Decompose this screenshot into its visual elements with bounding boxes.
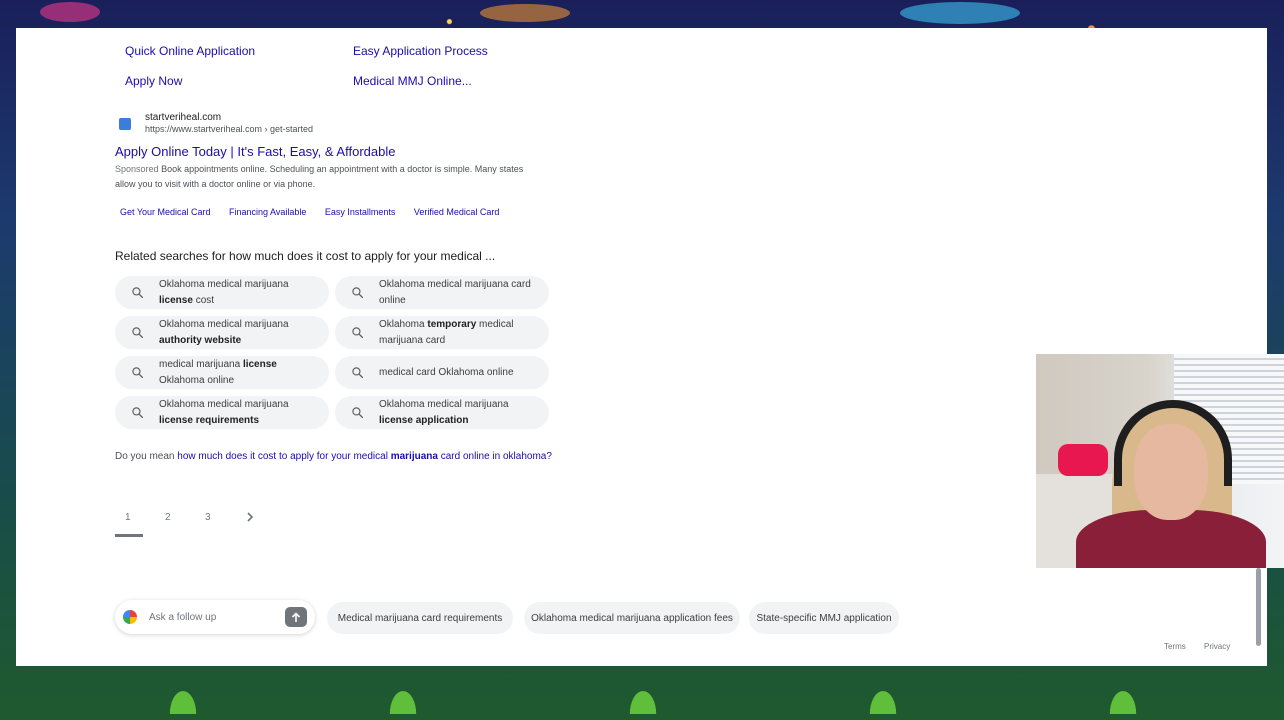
background-glow — [40, 2, 100, 22]
search-icon — [115, 326, 159, 339]
scrollbar[interactable] — [1256, 568, 1261, 646]
did-you-mean: Do you mean how much does it cost to app… — [115, 449, 555, 464]
ad-description-text: Book appointments online. Scheduling an … — [115, 164, 524, 189]
arrow-up-icon[interactable] — [285, 607, 307, 627]
sponsored-label: Sponsored — [115, 164, 159, 174]
ad-site-name[interactable]: startveriheal.com — [145, 112, 221, 123]
ad-link-installments[interactable]: Easy Installments — [325, 207, 396, 217]
ask-box — [115, 600, 315, 634]
suggestion-button[interactable]: Oklahoma medical marijuana application f… — [524, 602, 740, 634]
ai-followup-bar: Medical marijuana card requirements Okla… — [115, 600, 899, 638]
chip-text: Oklahoma medical marijuana card online — [379, 278, 531, 306]
related-search-chip[interactable]: Oklahoma medical marijuana license appli… — [335, 396, 549, 429]
chip-text: Oklahoma medical marijuana license appli… — [379, 398, 509, 426]
ask-input[interactable] — [149, 608, 279, 626]
search-icon — [335, 406, 379, 419]
sitelink-quick-online-application[interactable]: Quick Online Application — [125, 44, 255, 58]
chevron-right-icon[interactable] — [245, 511, 255, 526]
sitelink-medical-mmj-online[interactable]: Medical MMJ Online... — [353, 74, 472, 88]
current-page-indicator — [115, 534, 143, 537]
search-icon — [115, 406, 159, 419]
background-glow — [900, 2, 1020, 24]
ad-title-link[interactable]: Apply Online Today | It's Fast, Easy, & … — [115, 144, 395, 159]
related-search-chip[interactable]: medical card Oklahoma online — [335, 356, 549, 389]
ad-link-row: Get Your Medical Card Financing Availabl… — [120, 202, 513, 220]
browser-window: Quick Online Application Easy Applicatio… — [16, 28, 1267, 666]
assistant-logo-icon — [123, 610, 137, 624]
chip-text: Oklahoma medical marijuana license cost — [159, 278, 289, 306]
search-icon — [335, 286, 379, 299]
background-glow — [480, 4, 570, 22]
ad-url[interactable]: https://www.startveriheal.com › get-star… — [145, 124, 313, 134]
webcam-pillow — [1058, 444, 1108, 476]
search-icon — [115, 286, 159, 299]
chip-text: Oklahoma medical marijuana authority web… — [159, 318, 289, 346]
background-plant — [860, 674, 906, 714]
ad-description: Sponsored Book appointments online. Sche… — [115, 162, 545, 192]
background-plant — [380, 674, 426, 714]
related-search-chip[interactable]: Oklahoma medical marijuana license requi… — [115, 396, 329, 429]
suggestion-button[interactable]: State-specific MMJ application — [749, 602, 899, 634]
page-2-link[interactable]: 2 — [165, 512, 171, 523]
webcam-overlay — [1036, 354, 1284, 568]
terms-link[interactable]: Terms — [1164, 642, 1202, 651]
related-search-chip[interactable]: Oklahoma medical marijuana card online — [335, 276, 549, 309]
chip-text: Oklahoma medical marijuana license requi… — [159, 398, 289, 426]
page-1-link[interactable]: 1 — [125, 512, 131, 523]
chip-text: medical marijuana license Oklahoma onlin… — [159, 358, 277, 386]
related-search-chip[interactable]: Oklahoma medical marijuana authority web… — [115, 316, 329, 349]
did-you-mean-link[interactable]: how much does it cost to apply for your … — [177, 451, 552, 462]
search-icon — [115, 366, 159, 379]
background-plant — [1100, 674, 1146, 714]
sitelink-apply-now[interactable]: Apply Now — [125, 74, 182, 88]
related-search-chip[interactable]: Oklahoma medical marijuana license cost — [115, 276, 329, 309]
ad-link-verified-card[interactable]: Verified Medical Card — [414, 207, 500, 217]
site-favicon-icon — [119, 118, 131, 130]
background-plant — [160, 674, 206, 714]
footer-links: Terms Privacy — [1164, 642, 1246, 651]
chip-text: Oklahoma temporary medical marijuana car… — [379, 318, 514, 346]
ad-link-financing[interactable]: Financing Available — [229, 207, 306, 217]
background-plant — [620, 674, 666, 714]
search-icon — [335, 366, 379, 379]
related-search-chip[interactable]: Oklahoma temporary medical marijuana car… — [335, 316, 549, 349]
did-you-mean-prefix: Do you mean — [115, 451, 175, 462]
privacy-link[interactable]: Privacy — [1204, 642, 1246, 651]
ad-link-get-medical-card[interactable]: Get Your Medical Card — [120, 207, 211, 217]
related-searches-heading: Related searches for how much does it co… — [115, 249, 496, 263]
pagination: 1 2 3 — [115, 512, 275, 540]
search-icon — [335, 326, 379, 339]
suggestion-button[interactable]: Medical marijuana card requirements — [327, 602, 513, 634]
page-3-link[interactable]: 3 — [205, 512, 211, 523]
related-search-chip[interactable]: medical marijuana license Oklahoma onlin… — [115, 356, 329, 389]
chip-text: medical card Oklahoma online — [379, 366, 514, 378]
sitelink-easy-application-process[interactable]: Easy Application Process — [353, 44, 488, 58]
